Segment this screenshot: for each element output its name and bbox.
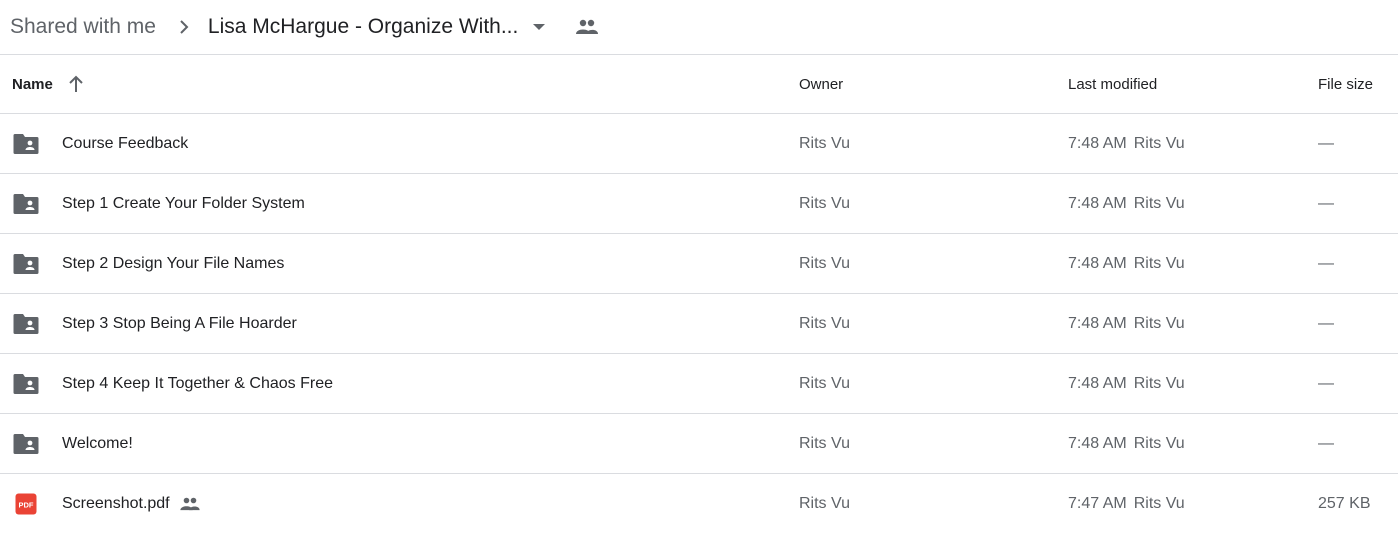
- column-header-owner[interactable]: Owner: [787, 76, 1056, 93]
- name-cell: Step 3 Stop Being A File Hoarder: [0, 312, 787, 336]
- last-modified-cell: 7:48 AM Rits Vu: [1056, 315, 1306, 333]
- modified-time: 7:48 AM: [1068, 314, 1127, 332]
- sort-arrow-up-icon[interactable]: [67, 75, 85, 93]
- file-name: Screenshot.pdf: [62, 495, 170, 512]
- breadcrumb-current-folder[interactable]: Lisa McHargue - Organize With...: [208, 15, 546, 39]
- file-size-cell: —: [1318, 134, 1334, 152]
- table-row[interactable]: Step 2 Design Your File Names Rits Vu 7:…: [0, 234, 1398, 294]
- shared-folder-icon: [12, 432, 40, 456]
- owner-cell: Rits Vu: [799, 495, 850, 512]
- file-list: Name Owner Last modified File size Cours…: [0, 55, 1398, 534]
- table-row[interactable]: PDF Screenshot.pdf Rits Vu 7:47 AM Rits …: [0, 474, 1398, 534]
- file-name: Course Feedback: [62, 134, 189, 152]
- table-row[interactable]: Step 3 Stop Being A File Hoarder Rits Vu…: [0, 294, 1398, 354]
- modified-time: 7:48 AM: [1068, 254, 1127, 272]
- last-modified-cell: 7:48 AM Rits Vu: [1056, 435, 1306, 453]
- name-cell: Course Feedback: [0, 132, 787, 156]
- last-modified-cell: 7:48 AM Rits Vu: [1056, 135, 1306, 153]
- last-modified-cell: 7:48 AM Rits Vu: [1056, 255, 1306, 273]
- owner-cell: Rits Vu: [799, 134, 850, 152]
- table-row[interactable]: Step 4 Keep It Together & Chaos Free Rit…: [0, 354, 1398, 414]
- breadcrumb-header: Shared with me Lisa McHargue - Organize …: [0, 0, 1398, 55]
- table-row[interactable]: Step 1 Create Your Folder System Rits Vu…: [0, 174, 1398, 234]
- modified-by: Rits Vu: [1133, 434, 1185, 452]
- table-row[interactable]: Course Feedback Rits Vu 7:48 AM Rits Vu …: [0, 114, 1398, 174]
- modified-by: Rits Vu: [1133, 194, 1185, 212]
- modified-by: Rits Vu: [1133, 134, 1185, 152]
- file-size-cell: —: [1318, 314, 1334, 332]
- modified-by: Rits Vu: [1133, 374, 1185, 392]
- file-name: Step 4 Keep It Together & Chaos Free: [62, 374, 333, 392]
- owner-cell: Rits Vu: [799, 434, 850, 452]
- name-cell: Step 4 Keep It Together & Chaos Free: [0, 372, 787, 396]
- current-folder-title: Lisa McHargue - Organize With...: [207, 15, 519, 38]
- name-cell: Step 1 Create Your Folder System: [0, 192, 787, 216]
- last-modified-cell: 7:48 AM Rits Vu: [1056, 375, 1306, 393]
- modified-time: 7:48 AM: [1068, 434, 1127, 452]
- name-cell: PDF Screenshot.pdf: [0, 492, 787, 516]
- shared-folder-icon: [12, 192, 40, 216]
- modified-by: Rits Vu: [1133, 495, 1185, 512]
- owner-cell: Rits Vu: [799, 254, 850, 272]
- shared-folder-icon: [12, 252, 40, 276]
- shared-folder-icon: [12, 132, 40, 156]
- svg-text:PDF: PDF: [19, 501, 34, 510]
- pdf-file-icon: PDF: [12, 492, 40, 516]
- file-name: Step 2 Design Your File Names: [62, 254, 285, 272]
- modified-time: 7:48 AM: [1068, 134, 1127, 152]
- owner-cell: Rits Vu: [799, 374, 850, 392]
- modified-time: 7:48 AM: [1068, 374, 1127, 392]
- shared-people-icon: [180, 495, 202, 513]
- modified-time: 7:48 AM: [1068, 194, 1127, 212]
- caret-down-icon[interactable]: [532, 20, 546, 34]
- owner-cell: Rits Vu: [799, 314, 850, 332]
- file-name: Welcome!: [62, 434, 133, 452]
- name-header-label: Name: [12, 75, 53, 93]
- owner-cell: Rits Vu: [799, 194, 850, 212]
- modified-by: Rits Vu: [1133, 254, 1185, 272]
- last-modified-cell: 7:47 AM Rits Vu: [1056, 495, 1306, 513]
- column-header-name[interactable]: Name: [0, 75, 787, 93]
- file-size-cell: —: [1318, 434, 1334, 452]
- people-icon[interactable]: [576, 16, 599, 38]
- file-size-cell: 257 KB: [1318, 495, 1371, 512]
- file-size-cell: —: [1318, 254, 1334, 272]
- table-row[interactable]: Welcome! Rits Vu 7:48 AM Rits Vu —: [0, 414, 1398, 474]
- shared-folder-icon: [12, 372, 40, 396]
- file-name: Step 3 Stop Being A File Hoarder: [62, 314, 297, 332]
- column-header-row: Name Owner Last modified File size: [0, 55, 1398, 114]
- breadcrumb-shared-with-me[interactable]: Shared with me: [10, 15, 156, 39]
- column-header-last-modified[interactable]: Last modified: [1056, 76, 1306, 93]
- last-modified-cell: 7:48 AM Rits Vu: [1056, 195, 1306, 213]
- shared-folder-icon: [12, 312, 40, 336]
- file-size-cell: —: [1318, 194, 1334, 212]
- name-cell: Welcome!: [0, 432, 787, 456]
- modified-by: Rits Vu: [1133, 314, 1185, 332]
- file-name: Step 1 Create Your Folder System: [62, 194, 305, 212]
- chevron-right-icon: [174, 17, 194, 37]
- name-cell: Step 2 Design Your File Names: [0, 252, 787, 276]
- file-size-cell: —: [1318, 374, 1334, 392]
- modified-time: 7:47 AM: [1068, 495, 1127, 512]
- column-header-file-size[interactable]: File size: [1306, 76, 1398, 93]
